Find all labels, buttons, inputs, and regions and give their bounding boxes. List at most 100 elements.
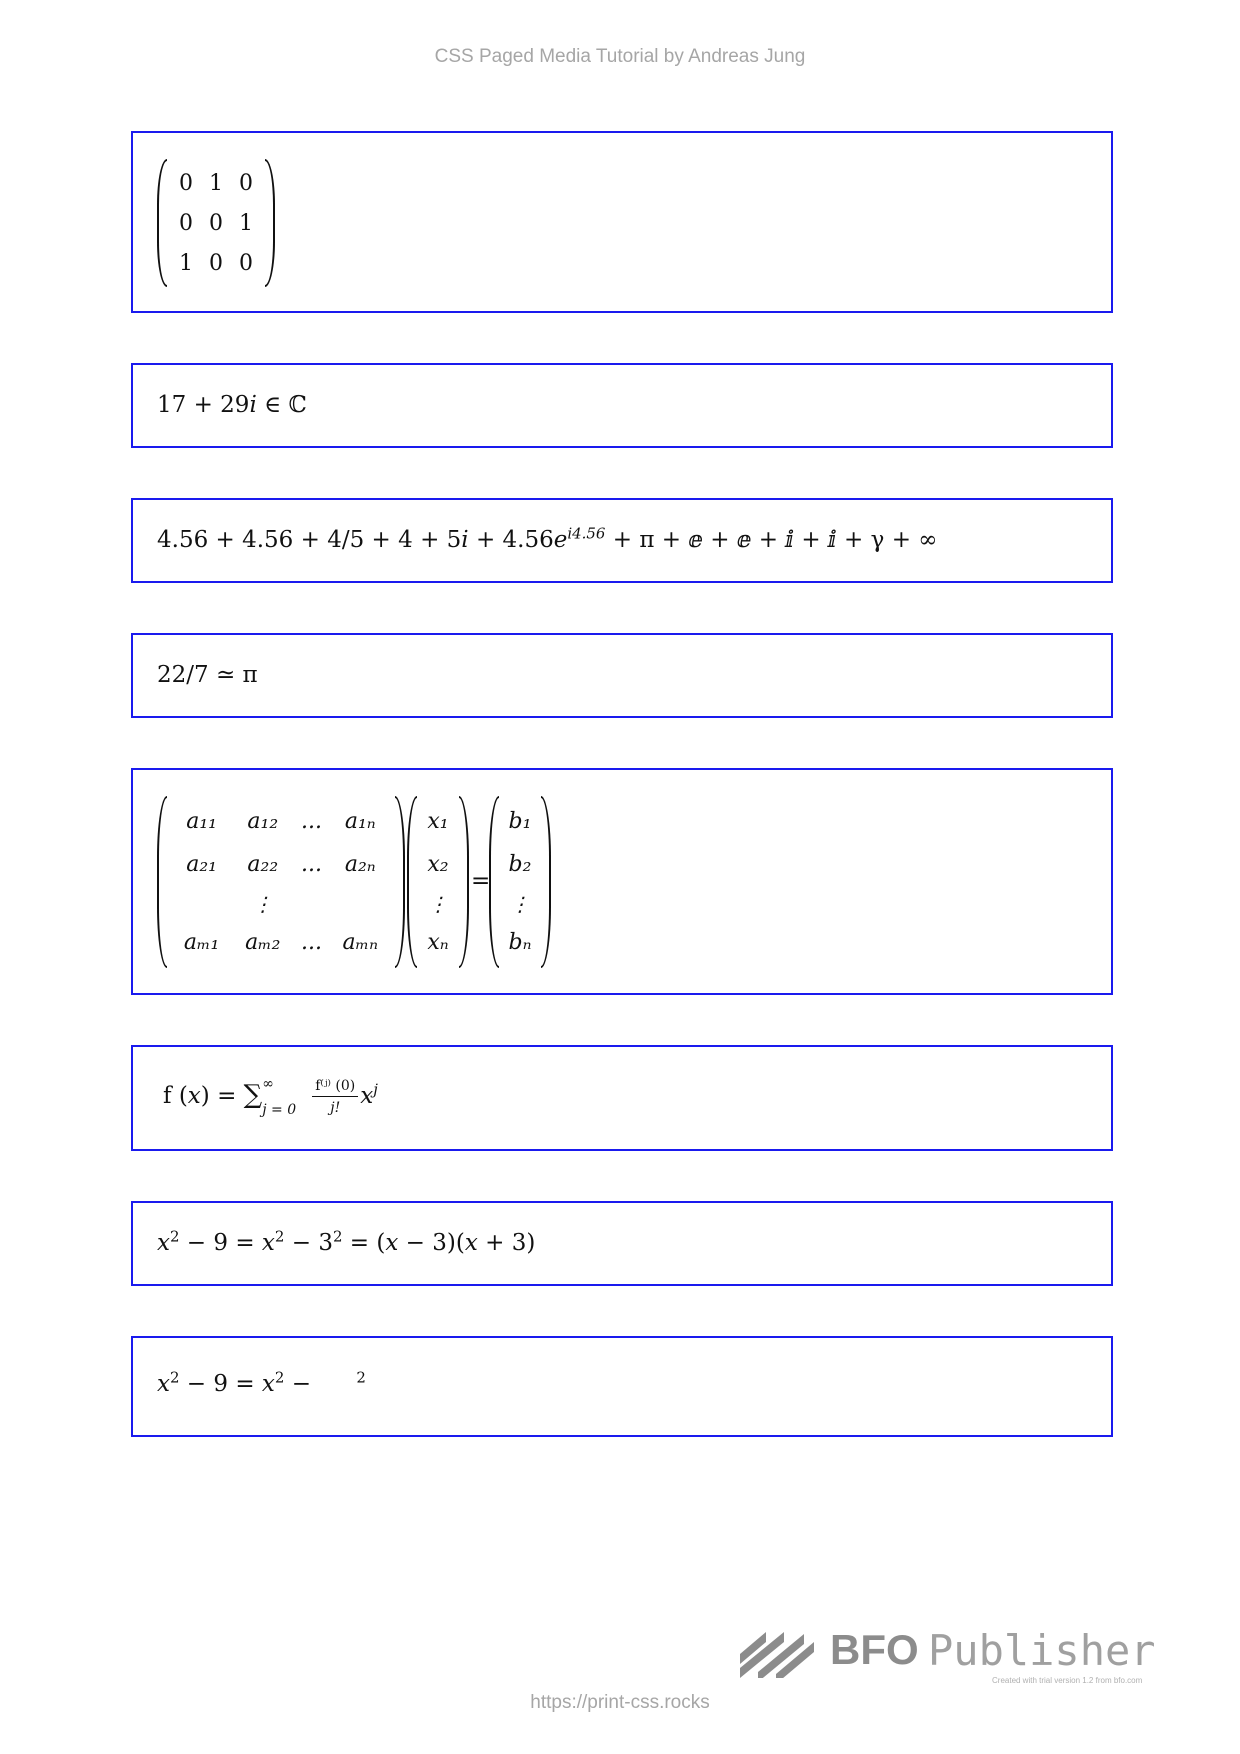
sum-limits: ∞ j = 0: [262, 1077, 310, 1117]
taylor-power: j: [373, 1080, 378, 1099]
matrix-cell: aₘₙ: [342, 929, 379, 955]
term: x: [464, 1230, 478, 1256]
matrix-cell: aₘ₁: [183, 929, 220, 955]
vector-cell: ⋮: [428, 891, 448, 916]
matrix-cell: a₁₂: [247, 809, 279, 835]
formula-box-constants: 4.56 + 4.56 + 4/5 + 4 + 5i + 4.56ei4.56 …: [131, 498, 1113, 583]
matrix-cell: a₁₁: [186, 809, 217, 835]
matrix-cell: 0: [239, 170, 253, 196]
term: − 3)(: [398, 1230, 465, 1256]
taylor-var: x: [187, 1083, 201, 1109]
term: − 9 =: [179, 1230, 262, 1256]
constant-vector: b₁ b₂ ⋮ bₙ: [489, 796, 551, 968]
constants-part1: 4.56 + 4.56 + 4/5 + 4 + 5: [157, 527, 462, 553]
page-footer: https://print-css.rocks: [530, 1692, 710, 1713]
left-paren: [489, 796, 499, 968]
matrix-cell: 0: [209, 250, 223, 276]
vector-cell: x₂: [427, 852, 449, 878]
matrix-cell: ⋮: [252, 891, 273, 916]
fraction: f⁽ʲ⁾ (0) j!: [312, 1079, 359, 1116]
exponent: 2: [356, 1368, 366, 1387]
fraction-numerator: f⁽ʲ⁾ (0): [312, 1079, 359, 1097]
logo-brand: BFO: [830, 1626, 919, 1673]
formula-box-linear-system: a₁₁ a₁₂... a₁ₙ a₂₁ a₂₂... a₂ₙ ⋮ aₘ₁ aₘ₂... aₘₙ…: [131, 768, 1113, 995]
imaginary-unit: i: [249, 392, 257, 418]
term: −: [284, 1371, 319, 1397]
term: x: [157, 1371, 170, 1397]
coefficient-matrix: a₁₁ a₁₂... a₁ₙ a₂₁ a₂₂... a₂ₙ ⋮ aₘ₁ aₘ₂... aₘₙ: [157, 796, 405, 968]
term: x: [261, 1371, 275, 1397]
logo-trial-note: Created with trial version 1.2 from bfo.…: [992, 1676, 1143, 1685]
left-paren: [157, 796, 167, 968]
formula-box-complex: 17 + 29i ∈ ℂ: [131, 363, 1113, 448]
matrix-cell: aₘ₂: [245, 929, 281, 955]
matrix-cell: 1: [179, 250, 193, 276]
right-paren: [459, 796, 469, 968]
matrix-cell: [171, 886, 232, 921]
sum-symbol: ∑: [243, 1080, 263, 1110]
matrix-cell: 1: [209, 170, 223, 196]
matrix-cell: 0: [209, 210, 223, 236]
matrix-cell: ...: [301, 929, 322, 955]
right-paren: [541, 796, 551, 968]
bfo-stripes-icon: [740, 1632, 814, 1678]
vector-cell: b₁: [508, 809, 532, 835]
exponent: 2: [274, 1368, 285, 1387]
right-paren: [265, 159, 275, 287]
term: x: [157, 1230, 170, 1256]
exponent: 2: [274, 1227, 285, 1246]
complex-set: ∈ ℂ: [256, 392, 307, 418]
term: = (: [342, 1230, 386, 1256]
taylor-x: x: [360, 1083, 374, 1109]
exponent: 2: [169, 1368, 180, 1387]
term: x: [261, 1230, 275, 1256]
matrix-cell: a₂₁: [186, 852, 217, 878]
sum-lower: j = 0: [262, 1102, 297, 1118]
matrix-cell: 0: [239, 250, 253, 276]
vector-cell: x₁: [427, 809, 449, 835]
exponent: 2: [169, 1227, 180, 1246]
matrix-cell: a₂₂: [247, 852, 279, 878]
term: x: [385, 1230, 399, 1256]
term: − 9 =: [179, 1371, 262, 1397]
page-header: CSS Paged Media Tutorial by Andreas Jung: [434, 46, 806, 67]
permutation-matrix: 010 001 100: [157, 159, 275, 287]
logo-product: Publisher: [928, 1626, 1156, 1675]
left-paren: [157, 159, 167, 287]
vector-cell: xₙ: [427, 929, 449, 955]
complex-real: 17 + 29: [157, 392, 250, 418]
imaginary-unit: i: [461, 527, 469, 553]
term: − 3: [284, 1230, 333, 1256]
taylor-lhs: f (: [163, 1083, 188, 1109]
formula-box-taylor: f (x) = ∑ ∞ j = 0 f⁽ʲ⁾ (0) j! xj: [131, 1045, 1113, 1151]
matrix-cell: a₂ₙ: [344, 852, 376, 878]
factoring-formula: x2 − 9 = x2 − 32 = (x − 3)(x + 3): [157, 1229, 536, 1256]
equals-sign: =: [471, 868, 491, 894]
vector-cell: bₙ: [508, 929, 532, 955]
formula-box-matrix: 010 001 100: [131, 131, 1113, 313]
vector-cell: b₂: [508, 852, 532, 878]
formula-box-factoring-partial: x2 − 9 = x2 − 2: [131, 1336, 1113, 1437]
formula-box-approx: 22/7 ≃ π: [131, 633, 1113, 718]
matrix-cell: 0: [179, 210, 193, 236]
approx-formula: 22/7 ≃ π: [157, 662, 258, 688]
taylor-eq: ) =: [200, 1083, 244, 1109]
left-paren: [407, 796, 417, 968]
matrix-cell: ...: [301, 809, 322, 835]
bfo-publisher-logo: BFO Publisher Created with trial version…: [740, 1626, 1180, 1692]
matrix-cell: 1: [239, 210, 253, 236]
constants-part2: + 4.56: [468, 527, 554, 553]
matrix-cell: a₁ₙ: [344, 809, 376, 835]
matrix-cell: 0: [179, 170, 193, 196]
constants-formula: 4.56 + 4.56 + 4/5 + 4 + 5i + 4.56ei4.56 …: [157, 526, 938, 553]
matrix-cell: ...: [301, 852, 322, 878]
matrix-cell: [330, 886, 391, 921]
fraction-denominator: j!: [330, 1100, 341, 1116]
complex-formula: 17 + 29i ∈ ℂ: [157, 394, 307, 417]
formula-box-factoring: x2 − 9 = x2 − 32 = (x − 3)(x + 3): [131, 1201, 1113, 1286]
term: + 3): [477, 1230, 536, 1256]
right-paren: [395, 796, 405, 968]
partial-formula: x2 − 9 = x2 − 2: [157, 1370, 366, 1397]
constants-part3: + π + ⅇ + ⅇ + ⅈ + ⅈ + γ + ∞: [605, 527, 938, 553]
vector-cell: ⋮: [510, 891, 530, 916]
